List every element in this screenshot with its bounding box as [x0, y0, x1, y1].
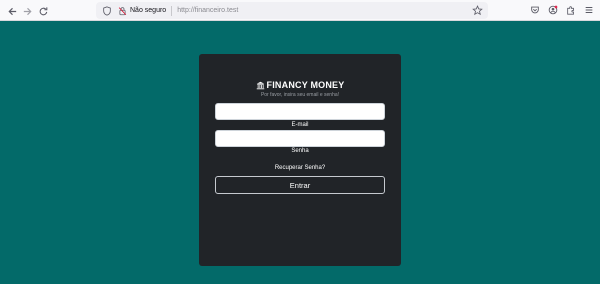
- extensions-icon: [567, 6, 574, 15]
- pocket-icon: [531, 6, 539, 14]
- reload-icon: [39, 6, 47, 15]
- brand-title: FINANCY MONEY: [199, 80, 401, 90]
- urlbar-separator: [171, 5, 173, 16]
- recover-password-link[interactable]: Recuperar Senha?: [199, 165, 401, 171]
- extensions-button[interactable]: [564, 2, 578, 18]
- toolbar-right-icons: [528, 2, 596, 18]
- email-label: E-mail: [291, 122, 309, 128]
- login-subtitle: Por favor, insira seu email e senha!: [260, 92, 340, 98]
- star-icon[interactable]: [472, 5, 483, 16]
- email-field[interactable]: [215, 103, 385, 120]
- back-icon: [7, 7, 16, 15]
- account-button[interactable]: [546, 2, 560, 18]
- reload-button[interactable]: [34, 2, 52, 20]
- login-card: FINANCY MONEY Por favor, insira seu emai…: [199, 54, 401, 266]
- browser-toolbar: Não seguro http://financeiro.test: [0, 0, 600, 21]
- password-label: Senha: [291, 148, 309, 154]
- submit-button[interactable]: Entrar: [215, 176, 385, 194]
- url-bar[interactable]: Não seguro http://financeiro.test: [96, 2, 488, 19]
- password-field[interactable]: [215, 130, 385, 147]
- menu-button[interactable]: [582, 2, 596, 18]
- lock-insecure-icon[interactable]: [118, 6, 127, 16]
- menu-icon: [585, 7, 593, 13]
- pocket-button[interactable]: [528, 2, 542, 18]
- brand-name: FINANCY MONEY: [266, 80, 345, 90]
- bank-icon: [256, 81, 264, 89]
- forward-icon: [23, 7, 32, 15]
- security-label[interactable]: Não seguro: [130, 7, 166, 14]
- url-text[interactable]: http://financeiro.test: [177, 7, 238, 14]
- account-icon: [548, 5, 558, 15]
- shield-icon[interactable]: [102, 5, 112, 16]
